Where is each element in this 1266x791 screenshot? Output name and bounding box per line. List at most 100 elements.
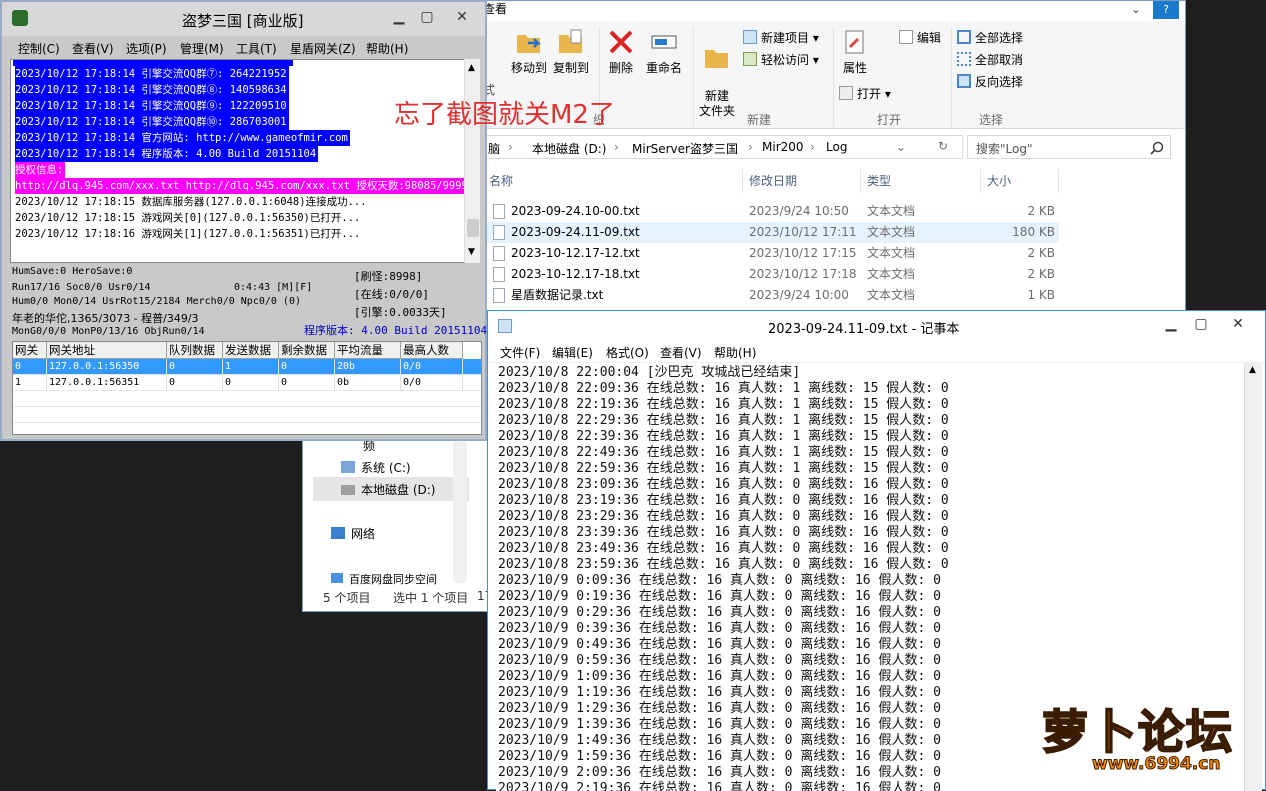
invert-selection-button[interactable]: 反向选择 — [957, 73, 1023, 90]
column-header-name[interactable]: 名称 — [483, 169, 743, 193]
menu-item[interactable]: 管理(M) — [180, 40, 224, 57]
maximize-icon[interactable]: ▢ — [1186, 315, 1216, 333]
notepad-menu-item[interactable]: 格式(O) — [606, 344, 649, 361]
grid-cell: 127.0.0.1:56351 — [47, 375, 167, 391]
notepad-line: 2023/10/8 22:00:04 [沙巴克 攻城战已经结束] — [498, 365, 801, 380]
menu-item[interactable]: 工具(T) — [236, 40, 277, 57]
search-icon[interactable] — [1150, 141, 1164, 155]
select-all-button[interactable]: 全部选择 — [957, 29, 1023, 46]
file-size: 1 KB — [1027, 288, 1055, 302]
cloud-icon — [331, 573, 343, 583]
select-none-label: 全部取消 — [975, 53, 1024, 67]
file-modified: 2023/10/12 17:18 — [749, 267, 857, 281]
menu-item[interactable]: 选项(P) — [126, 40, 167, 57]
close-icon[interactable]: ✕ — [1216, 315, 1260, 333]
address-bar[interactable]: 脑 › 本地磁盘 (D:) › MirServer盗梦三国 › Mir200 ›… — [483, 135, 963, 159]
menu-item[interactable]: 星盾网关(Z) — [290, 40, 356, 57]
search-box[interactable]: 搜索"Log" — [967, 135, 1171, 159]
notepad-line: 2023/10/8 22:39:36 在线总数: 16 真人数: 1 离线数: … — [498, 429, 949, 444]
log-line: http://dlq.945.com/xxx.txt http://dlq.94… — [15, 178, 477, 194]
grid-column-header[interactable]: 队列数据 — [167, 342, 223, 359]
nav-item-local-d[interactable]: 本地磁盘 (D:) — [313, 477, 469, 501]
column-headers: 名称 修改日期 类型 大小 — [483, 169, 1063, 193]
file-row[interactable]: 2023-09-24.10-00.txt 2023/9/24 10:50 文本文档 2… — [483, 201, 1059, 222]
grid-column-header[interactable]: 剩余数据 — [279, 342, 335, 359]
scroll-up-icon[interactable]: ▲ — [1249, 365, 1256, 375]
file-row[interactable]: 2023-10-12.17-12.txt 2023/10/12 17:15 文本文档… — [483, 243, 1059, 264]
easy-access-icon — [743, 52, 757, 66]
scroll-thumb[interactable] — [467, 219, 479, 237]
chevron-down-icon[interactable]: ⌄ — [896, 140, 906, 154]
nav-item-system-c[interactable]: 系统 (C:) — [341, 459, 411, 476]
log-line: 2023/10/12 17:18:14 引擎交流QQ群⑩: 286703001 — [15, 114, 289, 130]
help-icon[interactable]: ? — [1153, 1, 1179, 19]
breadcrumb-separator: › — [508, 140, 513, 154]
easy-access-button[interactable]: 轻松访问 ▾ — [743, 51, 819, 68]
move-to-icon — [517, 35, 542, 53]
move-to-button[interactable]: 移动到 — [509, 27, 549, 76]
breadcrumb-mirserver[interactable]: MirServer盗梦三国 — [632, 140, 738, 157]
file-row[interactable]: 星盾数据记录.txt 2023/9/24 10:00 文本文档 1 KB — [483, 285, 1059, 306]
log-line: 2023/10/12 17:18:14 引擎交流QQ群⑨: 122209510 — [15, 98, 289, 114]
server-log[interactable]: 2023/10/12 17:18:14 引擎交流QQ群⑦: 264221952 2… — [10, 59, 480, 263]
select-none-button[interactable]: 全部取消 — [957, 51, 1023, 68]
close-icon[interactable]: ✕ — [442, 8, 482, 26]
drive-icon — [341, 485, 355, 495]
breadcrumb-drive-d[interactable]: 本地磁盘 (D:) — [532, 140, 606, 157]
grid-cell: 1 — [223, 359, 279, 375]
new-item-button[interactable]: 新建项目 ▾ — [743, 29, 819, 46]
column-header-size[interactable]: 大小 — [981, 169, 1059, 193]
menu-item[interactable]: 控制(C) — [18, 40, 60, 57]
nav-scrollbar[interactable] — [453, 431, 467, 583]
gateway-grid[interactable]: 网关 网关地址 队列数据 发送数据 剩余数据 平均流量 最高人数 0 127.0.0.1:563… — [12, 341, 482, 435]
scroll-up-icon[interactable]: ▲ — [468, 63, 475, 73]
new-item-label: 新建项目 ▾ — [761, 31, 819, 45]
notepad-line: 2023/10/9 1:39:36 在线总数: 16 真人数: 0 离线数: 1… — [498, 717, 941, 732]
refresh-icon[interactable]: ↻ — [938, 139, 948, 153]
minimize-icon[interactable]: ▁ — [384, 8, 414, 26]
scroll-down-icon[interactable]: ▼ — [468, 247, 475, 257]
properties-button[interactable]: 属性 — [837, 27, 873, 76]
delete-button[interactable]: 删除 — [603, 27, 639, 76]
file-row[interactable]: 2023-09-24.11-09.txt 2023/10/12 17:11 文本文档… — [483, 222, 1059, 243]
new-folder-label: 新建 文件夹 — [698, 89, 735, 118]
grid-column-header[interactable]: 网关 — [13, 342, 47, 359]
notepad-menu-item[interactable]: 编辑(E) — [552, 344, 593, 361]
search-input[interactable]: 搜索"Log" — [976, 140, 1032, 157]
chevron-down-icon[interactable]: ⌄ — [1123, 1, 1149, 19]
notepad-line: 2023/10/9 0:49:36 在线总数: 16 真人数: 0 离线数: 1… — [498, 637, 941, 652]
edit-button[interactable]: 编辑 — [899, 29, 941, 46]
notepad-menu-item[interactable]: 文件(F) — [500, 344, 540, 361]
edit-icon — [899, 30, 913, 44]
grid-column-header[interactable]: 网关地址 — [47, 342, 167, 359]
grid-row[interactable]: 1 127.0.0.1:56351 0 0 0 0b 0/0 — [13, 375, 481, 391]
notepad-menu-item[interactable]: 帮助(H) — [714, 344, 756, 361]
notepad-title: 2023-09-24.11-09.txt - 记事本 — [768, 322, 960, 337]
notepad-line: 2023/10/8 23:29:36 在线总数: 16 真人数: 0 离线数: … — [498, 509, 949, 524]
notepad-menu-item[interactable]: 查看(V) — [660, 344, 702, 361]
grid-cell: 0/0 — [401, 359, 463, 375]
column-header-type[interactable]: 类型 — [861, 169, 981, 193]
breadcrumb-mir200[interactable]: Mir200 — [762, 140, 804, 154]
grid-row[interactable]: 0 127.0.0.1:56350 0 1 0 20b 0/0 — [13, 359, 481, 375]
grid-column-header[interactable]: 发送数据 — [223, 342, 279, 359]
menu-item[interactable]: 查看(V) — [72, 40, 114, 57]
minimize-icon[interactable]: ▁ — [1156, 315, 1186, 333]
menu-item[interactable]: 帮助(H) — [366, 40, 408, 57]
breadcrumb-computer[interactable]: 脑 — [488, 140, 500, 157]
notepad-line: 2023/10/8 23:39:36 在线总数: 16 真人数: 0 离线数: … — [498, 525, 949, 540]
grid-column-header[interactable]: 最高人数 — [401, 342, 463, 359]
copy-to-button[interactable]: 复制到 — [551, 27, 591, 76]
rename-button[interactable]: 重命名 — [643, 27, 685, 76]
annotation-text: 忘了截图就关M2了 — [394, 100, 615, 130]
breadcrumb-log[interactable]: Log — [826, 140, 847, 154]
log-scrollbar[interactable]: ▲ ▼ — [464, 59, 480, 263]
file-row[interactable]: 2023-10-12.17-18.txt 2023/10/12 17:18 文本文档… — [483, 264, 1059, 285]
nav-item-network[interactable]: 网络 — [331, 525, 375, 542]
new-folder-button[interactable]: 新建 文件夹 — [697, 27, 737, 119]
maximize-icon[interactable]: ▢ — [412, 8, 442, 26]
column-header-modified[interactable]: 修改日期 — [743, 169, 861, 193]
stat-mon: MonG0/0/0 MonP0/13/16 ObjRun0/14 — [12, 326, 205, 337]
grid-column-header[interactable]: 平均流量 — [335, 342, 401, 359]
open-button[interactable]: 打开 ▾ — [839, 85, 891, 102]
